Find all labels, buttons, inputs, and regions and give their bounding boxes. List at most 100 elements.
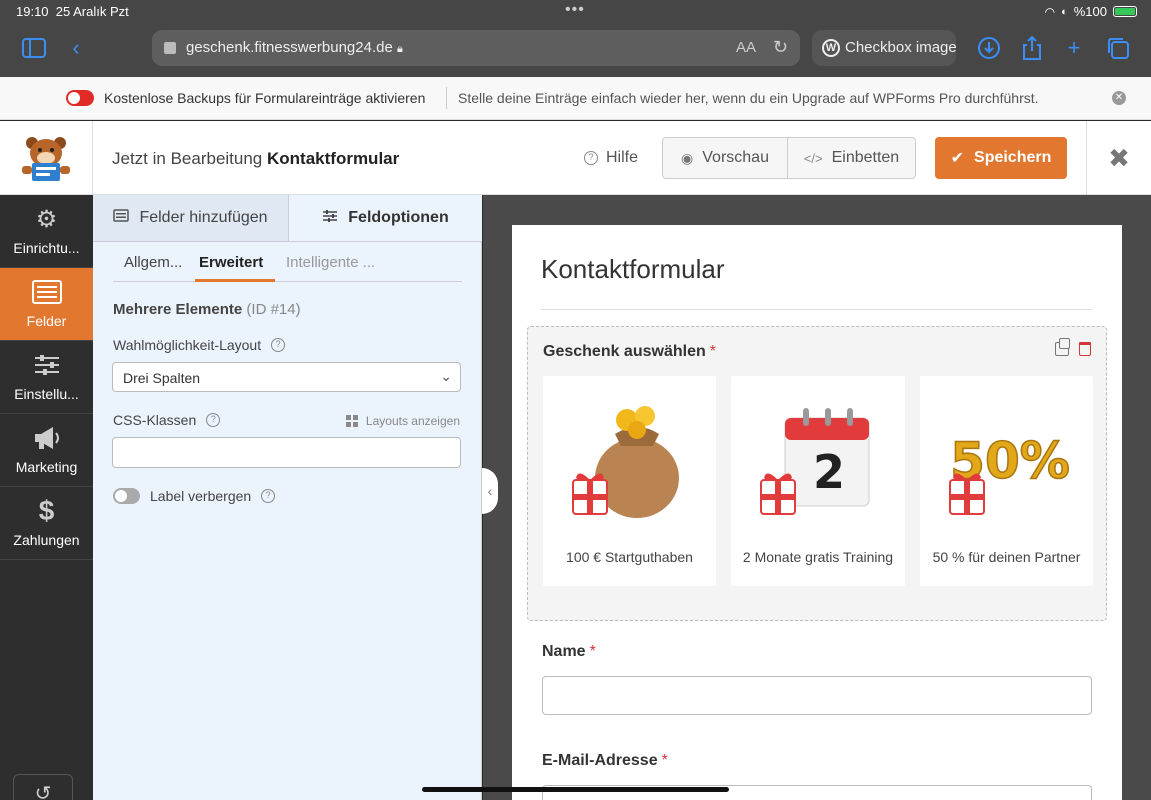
help-link[interactable]: ? Hilfe bbox=[584, 149, 638, 167]
editing-title: Jetzt in Bearbeitung Kontaktformular bbox=[112, 149, 400, 168]
status-right: ◠ ◐ %100 bbox=[1045, 4, 1137, 19]
browser-toolbar: ‹ geschenk.fitnesswerbung24.de 🔒︎ AA ↻ W… bbox=[0, 24, 1151, 77]
status-bar: 19:10 25 Aralık Pzt ••• ◠ ◐ %100 bbox=[0, 0, 1151, 24]
sidebar-item-fields[interactable]: Felder bbox=[0, 268, 93, 341]
choice-caption: 50 % für deinen Partner bbox=[932, 549, 1081, 565]
gift-field-label: Geschenk auswählen * bbox=[543, 343, 716, 360]
help-icon[interactable]: ? bbox=[261, 489, 276, 503]
backup-toggle-label: Kostenlose Backups für Formulareinträge … bbox=[104, 90, 426, 106]
subtab-general[interactable]: Allgem... bbox=[124, 254, 182, 271]
choice-item[interactable]: 2 2 Monate gratis Training bbox=[731, 376, 905, 586]
back-icon[interactable]: ‹ bbox=[62, 34, 90, 62]
embed-button[interactable]: </> Einbetten bbox=[788, 138, 915, 178]
active-subtab-indicator bbox=[195, 279, 275, 282]
download-icon[interactable] bbox=[975, 34, 1003, 62]
tab-add-fields[interactable]: Felder hinzufügen bbox=[93, 195, 289, 241]
duplicate-icon[interactable] bbox=[1055, 338, 1070, 356]
chevron-down-icon: ⌄ bbox=[440, 368, 452, 384]
field-id: (ID #14) bbox=[246, 301, 301, 318]
required-marker: * bbox=[589, 643, 596, 660]
history-icon: ↺ bbox=[34, 783, 52, 800]
tabs-overview-icon[interactable] bbox=[1104, 34, 1132, 62]
dollar-icon: $ bbox=[38, 495, 55, 526]
wifi-icon: ◠ bbox=[1044, 4, 1056, 19]
preview-button[interactable]: ◉ Vorschau bbox=[663, 138, 788, 178]
sidebar-item-payments[interactable]: $ Zahlungen bbox=[0, 487, 93, 560]
builder-header: Jetzt in Bearbeitung Kontaktformular ? H… bbox=[0, 121, 1151, 195]
other-tab[interactable]: W Checkbox images bbox=[812, 30, 956, 66]
gear-icon: ⚙ bbox=[35, 205, 58, 233]
megaphone-icon bbox=[0, 424, 93, 452]
show-layouts-link[interactable]: Layouts anzeigen bbox=[345, 414, 460, 428]
focus-icon: ◐ bbox=[1061, 5, 1068, 18]
other-tab-label: Checkbox images bbox=[845, 39, 956, 56]
lock-icon: 🔒︎ bbox=[396, 43, 403, 55]
sliders-icon bbox=[322, 209, 338, 228]
hide-label-text: Label verbergen ? bbox=[150, 488, 276, 504]
url-text[interactable]: geschenk.fitnesswerbung24.de 🔒︎ bbox=[186, 39, 403, 56]
sidebar-item-setup[interactable]: ⚙ Einrichtu... bbox=[0, 195, 93, 268]
name-input[interactable] bbox=[542, 676, 1092, 715]
field-title: Mehrere Elemente (ID #14) bbox=[113, 301, 301, 318]
grid-icon bbox=[345, 415, 358, 427]
backup-toggle[interactable] bbox=[66, 90, 94, 106]
subtab-smart-logic[interactable]: Intelligente ... bbox=[286, 254, 375, 271]
panel-tabs: Felder hinzufügen Feldoptionen bbox=[93, 195, 482, 242]
address-bar[interactable]: geschenk.fitnesswerbung24.de 🔒︎ AA ↻ bbox=[152, 30, 800, 66]
choice-caption: 2 Monate gratis Training bbox=[742, 549, 894, 565]
form-title: Kontaktformular bbox=[541, 254, 725, 284]
text-size-button[interactable]: AA bbox=[736, 39, 756, 56]
home-indicator[interactable] bbox=[422, 787, 729, 792]
hide-label-toggle[interactable] bbox=[113, 488, 140, 504]
tab-field-options[interactable]: Feldoptionen bbox=[289, 195, 482, 241]
battery-icon bbox=[1113, 6, 1137, 17]
gift-choice-field[interactable]: Geschenk auswählen* 100 € Startguthaben bbox=[527, 326, 1107, 621]
trash-icon[interactable] bbox=[1079, 342, 1091, 356]
battery-percent: %100 bbox=[1073, 4, 1107, 19]
close-icon[interactable]: ✕ bbox=[1112, 91, 1126, 105]
option-subtabs: Allgem... Erweitert Intelligente ... bbox=[113, 242, 462, 282]
eye-icon: ◉ bbox=[681, 149, 694, 166]
help-icon[interactable]: ? bbox=[271, 338, 286, 352]
choice-item[interactable]: 50% 50 % für deinen Partner bbox=[920, 376, 1093, 586]
choice-item[interactable]: 100 € Startguthaben bbox=[543, 376, 716, 586]
sliders-icon bbox=[0, 351, 93, 379]
choice-caption: 100 € Startguthaben bbox=[566, 549, 693, 565]
chevron-left-icon: ‹ bbox=[487, 483, 493, 499]
field-options-panel: Felder hinzufügen Feldoptionen Allgem...… bbox=[93, 195, 482, 800]
builder-sidebar: ⚙ Einrichtu... Felder Einstellu... Marke… bbox=[0, 195, 93, 800]
help-icon: ? bbox=[584, 151, 598, 165]
multitasking-dots[interactable]: ••• bbox=[565, 1, 585, 19]
close-builder-button[interactable]: ✖ bbox=[1086, 121, 1151, 195]
help-icon[interactable]: ? bbox=[206, 413, 221, 427]
reload-icon[interactable]: ↻ bbox=[773, 37, 788, 58]
save-button[interactable]: ✔ Speichern bbox=[935, 137, 1067, 179]
name-field-label: Name * bbox=[542, 643, 596, 660]
sidebar-item-settings[interactable]: Einstellu... bbox=[0, 341, 93, 414]
status-time: 19:10 25 Aralık Pzt bbox=[16, 4, 129, 19]
notice-message: Stelle deine Einträge einfach wieder her… bbox=[458, 90, 1039, 106]
css-classes-label: CSS-Klassen ? bbox=[113, 412, 221, 428]
choice-layout-select[interactable]: Drei Spalten ⌄ bbox=[112, 362, 461, 392]
sidebar-item-marketing[interactable]: Marketing bbox=[0, 414, 93, 487]
choice-layout-label: Wahlmöglichkeit-Layout ? bbox=[113, 337, 286, 353]
title-divider bbox=[541, 309, 1092, 310]
svg-text:2: 2 bbox=[813, 445, 845, 499]
subtab-advanced[interactable]: Erweitert bbox=[199, 254, 263, 271]
wordpress-icon: W bbox=[822, 39, 840, 57]
share-icon[interactable] bbox=[1018, 34, 1046, 62]
revisions-button[interactable]: ↺ bbox=[13, 774, 73, 800]
checkmark-icon: ✔ bbox=[950, 150, 965, 167]
sidebar-icon[interactable] bbox=[20, 34, 48, 62]
preview-embed-group: ◉ Vorschau </> Einbetten bbox=[662, 137, 916, 179]
money-bag-icon bbox=[572, 406, 679, 518]
page-favicon bbox=[164, 42, 176, 54]
new-tab-icon[interactable]: + bbox=[1060, 34, 1088, 62]
field-actions bbox=[1055, 338, 1091, 356]
wpforms-logo bbox=[0, 121, 93, 195]
list-icon bbox=[0, 278, 93, 306]
email-field-label: E-Mail-Adresse * bbox=[542, 752, 668, 769]
css-classes-input[interactable] bbox=[112, 437, 461, 468]
required-marker: * bbox=[709, 343, 716, 360]
percent-icon: 50% bbox=[949, 431, 1071, 515]
